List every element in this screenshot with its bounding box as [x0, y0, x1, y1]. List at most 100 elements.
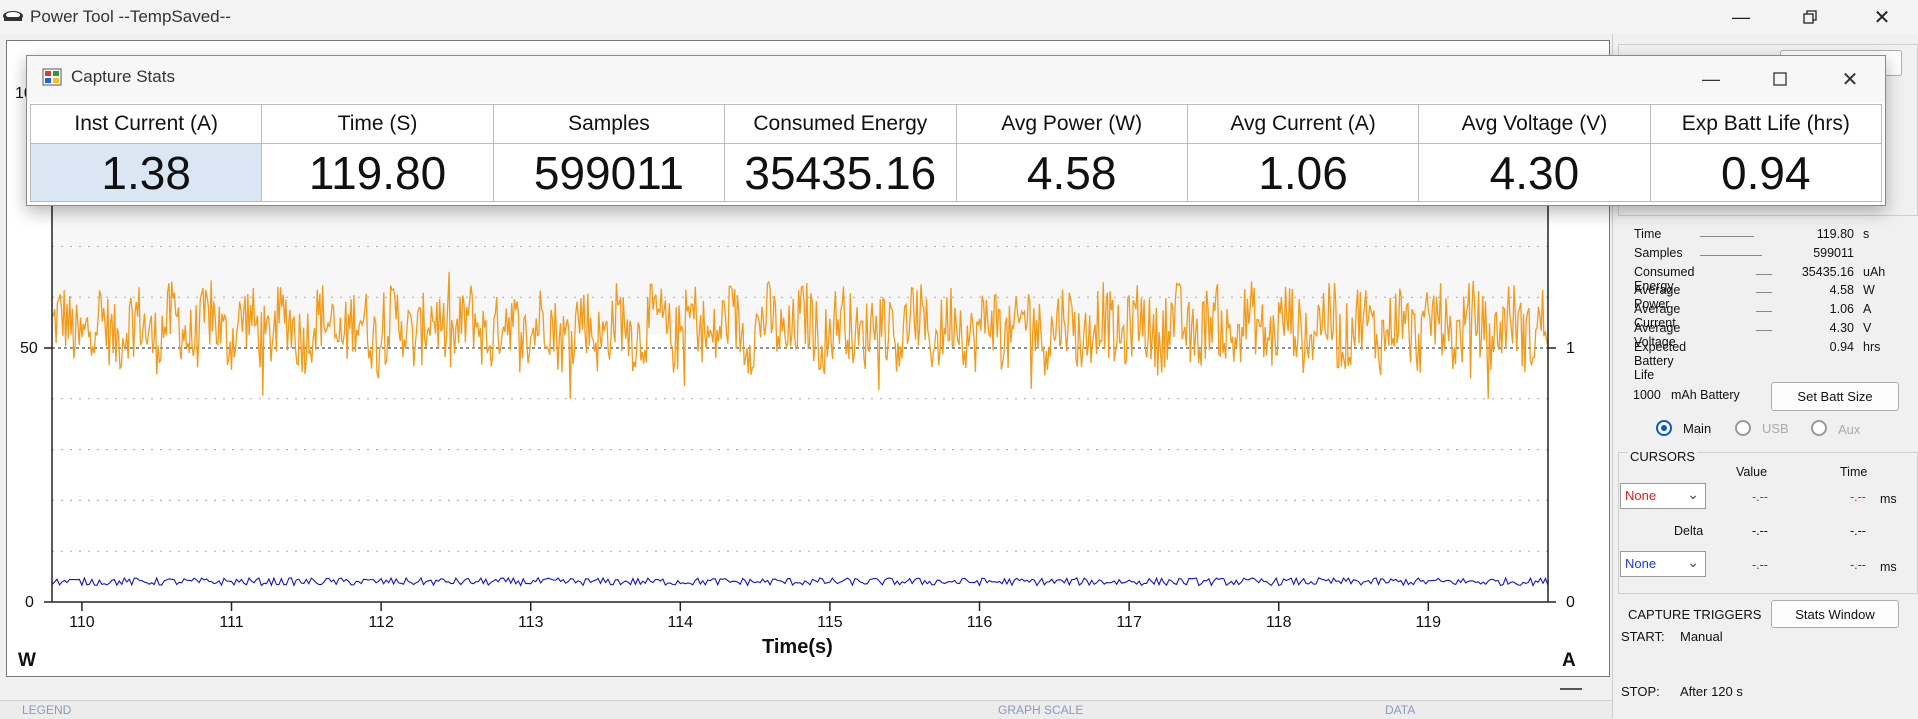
stop-label: STOP: [1621, 684, 1660, 699]
x-tick-label: 116 [966, 614, 993, 631]
stats-col-value[interactable]: 599011 [492, 143, 726, 202]
x-tick-label: 118 [1265, 614, 1292, 631]
battery-size-value: 1000 [1633, 388, 1661, 402]
stat-unit: uAh [1863, 264, 1886, 279]
cursor-value-header: Value [1736, 465, 1768, 479]
cursor2-unit: ms [1880, 560, 1897, 574]
x-tick-label: 115 [817, 614, 843, 631]
graph-scale-group-title: GRAPH SCALE [998, 703, 1084, 717]
battery-size-unit: mAh Battery [1671, 388, 1740, 402]
stat-leader-line [1756, 311, 1772, 313]
stat-value: 599011 [1813, 245, 1854, 260]
start-label: START: [1621, 629, 1665, 644]
stat-value: 119.80 [1816, 227, 1854, 241]
y-tick-0: 0 [25, 594, 34, 611]
radio-main-label: Main [1683, 421, 1712, 436]
legend-group-title: LEGEND [22, 703, 72, 717]
dialog-close-icon[interactable]: ✕ [1822, 56, 1878, 102]
dialog-app-icon [42, 68, 62, 86]
stats-col-header: Exp Batt Life (hrs) [1649, 104, 1883, 144]
right-axis-label: A [1562, 650, 1576, 671]
stats-col-value[interactable]: 4.58 [955, 143, 1188, 202]
stats-col-value[interactable]: 35435.16 [724, 143, 957, 202]
stats-col-value[interactable]: 0.94 [1649, 143, 1883, 202]
stat-leader-line [1756, 292, 1772, 294]
stats-col-value[interactable]: 1.06 [1186, 143, 1420, 202]
stats-col-header: Inst Current (A) [29, 104, 263, 144]
set-batt-size-button[interactable]: Set Batt Size [1771, 382, 1899, 411]
radio-usb[interactable] [1735, 420, 1751, 436]
stat-value: 4.30 [1829, 321, 1854, 335]
cursor1-unit: ms [1880, 492, 1897, 506]
chevron-down-icon: ⌄ [1687, 554, 1699, 570]
cursor1-dropdown[interactable]: None ⌄ [1620, 483, 1706, 509]
chevron-down-icon: ⌄ [1687, 486, 1699, 502]
stat-value: 4.58 [1829, 283, 1854, 298]
radio-main[interactable] [1656, 420, 1672, 436]
cursors-title: CURSORS [1628, 449, 1698, 464]
window-title: Power Tool --TempSaved-- [30, 7, 231, 26]
capture-stats-dialog: Capture Stats — ✕ Inst Current (A) Time (… [26, 55, 1886, 206]
dialog-minimize-icon[interactable]: — [1683, 56, 1739, 102]
y2-tick-0: 0 [1566, 594, 1575, 611]
stop-value: After 120 s [1680, 684, 1743, 699]
start-value: Manual [1680, 629, 1723, 644]
cursor2-selected: None [1625, 556, 1657, 571]
x-tick-label: 111 [219, 614, 244, 631]
stats-window-button[interactable]: Stats Window [1771, 600, 1899, 628]
cursor-time-header: Time [1840, 465, 1868, 479]
x-tick-label: 119 [1415, 614, 1442, 631]
cursor1-selected: None [1625, 488, 1657, 503]
stat-unit: W [1863, 283, 1875, 298]
y2-tick-1: 1 [1566, 340, 1575, 357]
delta-label: Delta [1674, 524, 1704, 538]
x-tick-label: 112 [368, 614, 394, 631]
y-tick-50: 50 [20, 340, 38, 357]
bottom-strip [0, 700, 1612, 719]
dialog-title-bar: Capture Stats — ✕ [27, 56, 1885, 102]
stat-value: 35435.16 [1801, 264, 1854, 279]
stat-value: 1.06 [1829, 302, 1854, 317]
stats-col-header: Avg Power (W) [955, 104, 1188, 144]
stat-label: Samples [1634, 245, 1683, 260]
cursor2-time: -.-- [1850, 558, 1866, 572]
stats-col-header: Consumed Energy [724, 104, 957, 144]
radio-aux[interactable] [1811, 420, 1827, 436]
delta-time: -.-- [1850, 524, 1866, 538]
data-group-title: DATA [1385, 703, 1416, 717]
stat-unit: A [1863, 302, 1872, 317]
stats-col-header: Time (S) [261, 104, 494, 144]
delta-value: -.-- [1752, 524, 1768, 538]
stat-value: 0.94 [1829, 339, 1854, 354]
stat-label: Expected Battery Life [1634, 339, 1687, 382]
dialog-title: Capture Stats [71, 67, 175, 86]
panel-collapse-handle[interactable] [1560, 688, 1582, 690]
current-series-line [51, 576, 1549, 587]
stat-unit: hrs [1863, 339, 1881, 354]
cursor2-value: -.-- [1752, 558, 1768, 572]
left-axis-label: W [18, 650, 36, 671]
stat-unit: s [1863, 227, 1870, 241]
stats-col-value[interactable]: 119.80 [261, 143, 494, 202]
radio-usb-label: USB [1762, 421, 1789, 436]
stat-leader-line [1700, 236, 1754, 237]
x-tick-label: 114 [667, 614, 694, 631]
x-tick-label: 113 [517, 614, 544, 631]
cursor2-dropdown[interactable]: None ⌄ [1620, 551, 1706, 577]
stats-col-header: Avg Voltage (V) [1418, 104, 1651, 144]
radio-aux-label: Aux [1838, 422, 1861, 437]
cursor1-time: -.-- [1850, 490, 1866, 504]
stats-col-value[interactable]: 4.30 [1418, 143, 1651, 202]
stat-leader-line [1756, 273, 1772, 275]
stat-leader-line [1700, 254, 1762, 256]
stat-leader-line [1756, 330, 1772, 331]
stats-col-value[interactable]: 1.38 [29, 143, 263, 202]
capture-triggers-title: CAPTURE TRIGGERS [1628, 607, 1762, 622]
minimize-icon[interactable]: — [1711, 0, 1771, 34]
x-tick-label: 110 [69, 614, 95, 631]
close-icon[interactable]: ✕ [1852, 0, 1912, 34]
stats-col-header: Samples [492, 104, 726, 144]
restore-icon[interactable] [1780, 0, 1840, 34]
dialog-maximize-icon[interactable] [1752, 56, 1808, 102]
x-tick-label: 117 [1116, 614, 1142, 631]
